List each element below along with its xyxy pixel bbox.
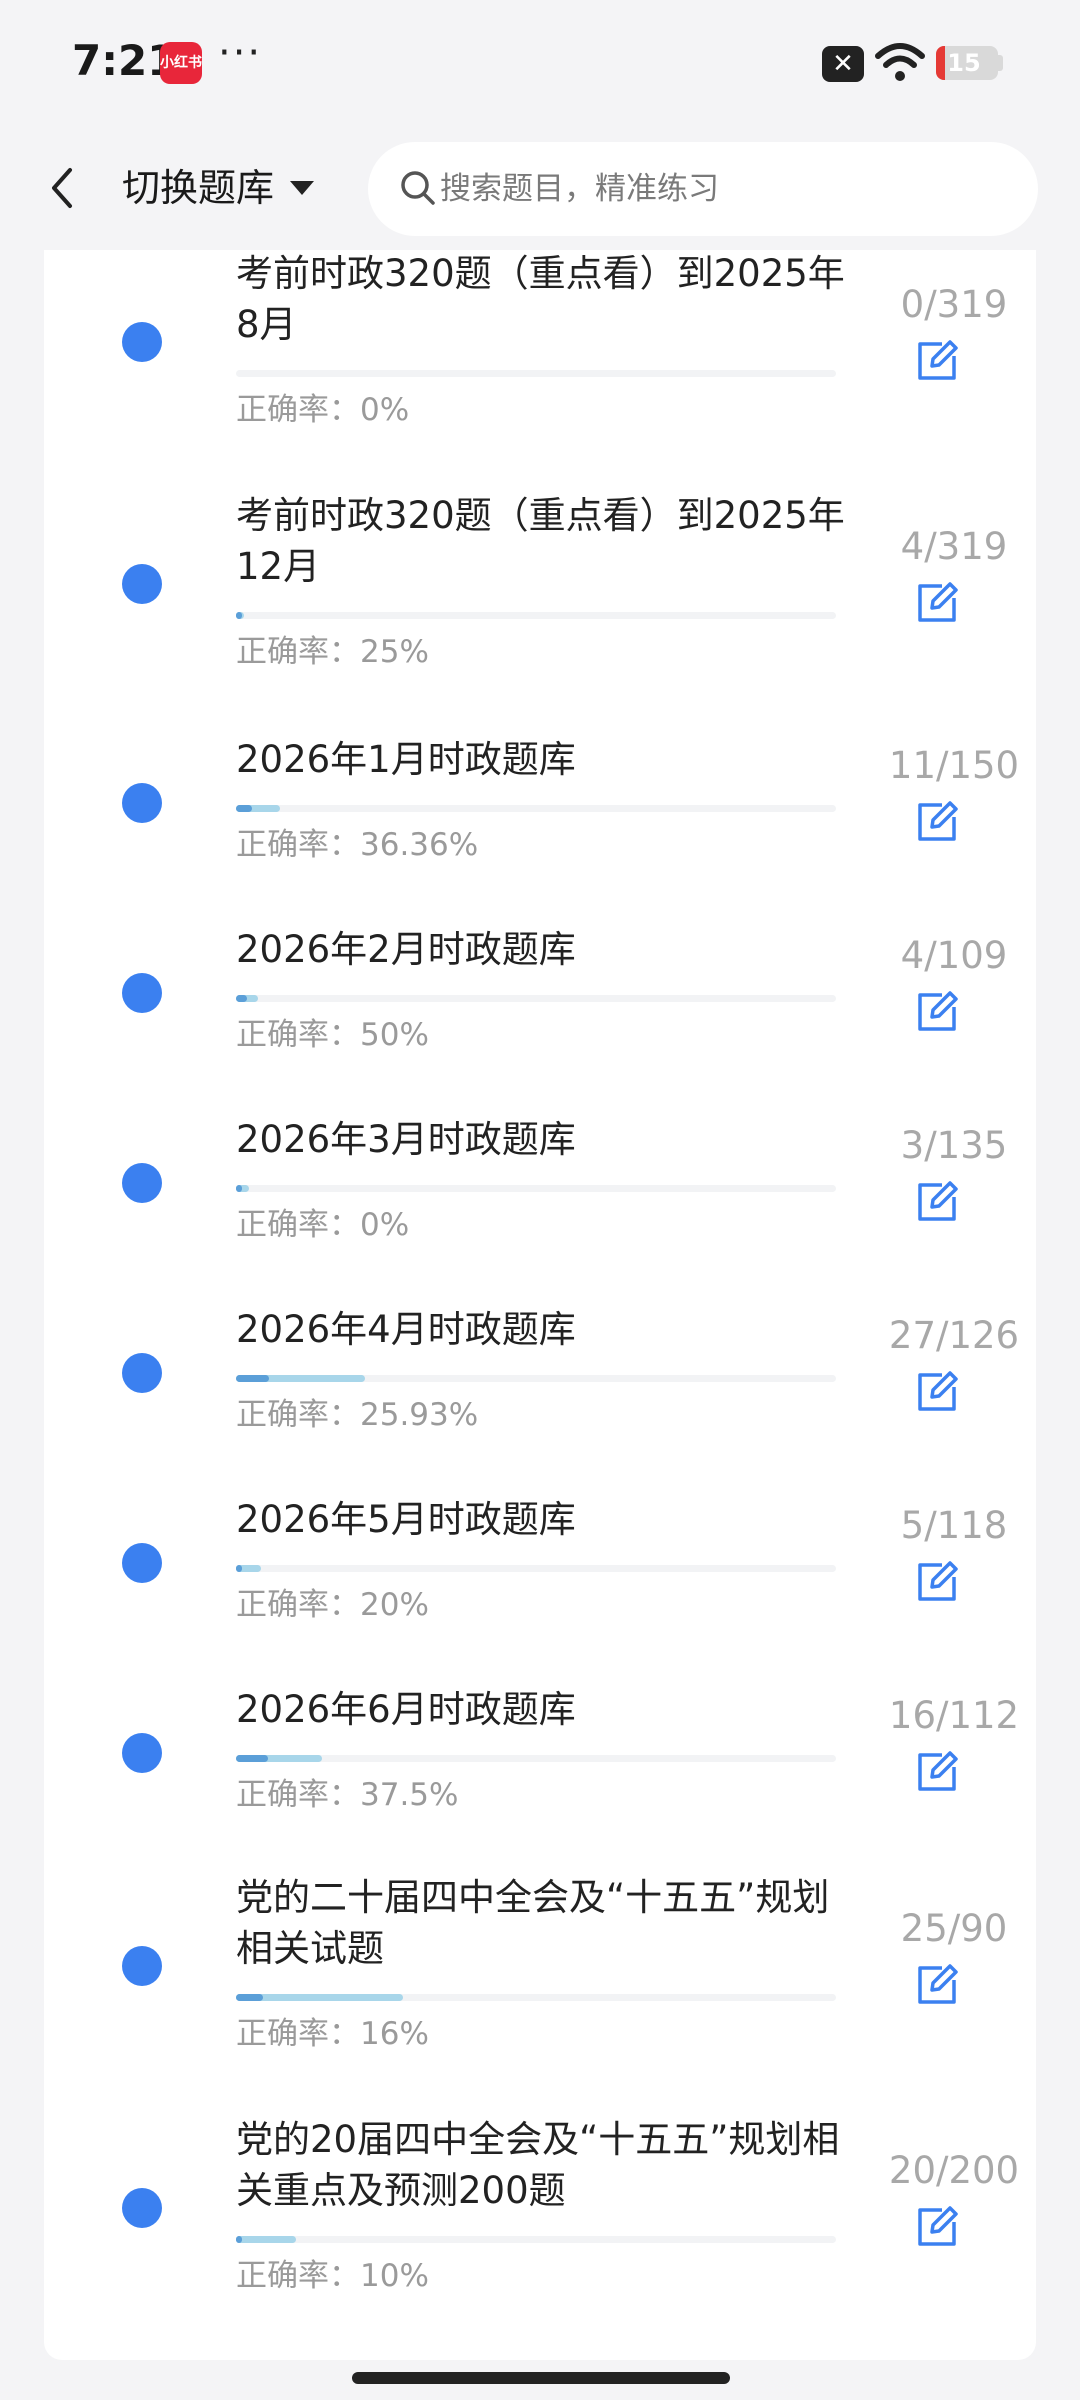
bank-accuracy: 正确率：20% [236,1587,429,1623]
bank-row[interactable]: 党的二十届四中全会及“十五五”规划相关试题 正确率：16% 25/90 [44,1854,1036,2058]
bank-progress-count: 20/200 [888,2149,1020,2192]
bank-accuracy: 正确率：50% [236,1017,429,1053]
bank-progress-count: 3/135 [900,1123,1008,1167]
edit-practice-icon[interactable] [912,1367,962,1417]
edit-practice-icon[interactable] [912,578,962,628]
back-arrow-icon[interactable] [42,158,82,218]
bank-progress-correct [236,612,242,619]
edit-practice-icon[interactable] [912,797,962,847]
bank-progress-count: 16/112 [888,1693,1020,1737]
more-notifications-icon: ··· [218,30,263,76]
bank-row[interactable]: 2026年1月时政题库 正确率：36.36% 11/150 [44,716,1036,869]
bank-title[interactable]: 党的二十届四中全会及“十五五”规划相关试题 [236,1872,856,1974]
bank-accuracy: 正确率：36.36% [236,827,479,863]
bank-status-dot [122,972,162,1013]
bank-accuracy: 正确率：25% [236,634,429,670]
bank-accuracy: 正确率：16% [236,2016,429,2052]
edit-practice-icon[interactable] [912,1177,962,1227]
bank-status-dot [122,322,162,362]
bank-progress-bar [236,995,836,1002]
bank-accuracy: 正确率：0% [236,392,410,428]
bank-status-dot [122,782,162,823]
edit-practice-icon[interactable] [912,2202,962,2252]
bank-progress-correct [236,1755,269,1762]
status-bar: 7:21 小红书 ··· ✕ 15 [0,0,1080,128]
question-bank-list: 考前时政320题（重点看）到2025年8月 正确率：0% 0/319 考前时政3… [44,250,1036,2360]
bank-progress-count: 4/319 [900,525,1008,568]
battery-percent: 15 [947,49,981,77]
battery-tip [998,55,1003,71]
bank-accuracy: 正确率：10% [236,2258,429,2294]
bank-title[interactable]: 2026年6月时政题库 [236,1684,856,1735]
bank-title[interactable]: 2026年2月时政题库 [236,924,856,975]
edit-practice-icon[interactable] [912,1960,962,2010]
bank-row[interactable]: 2026年5月时政题库 正确率：20% 5/118 [44,1476,1036,1629]
bank-progress-count: 27/126 [888,1313,1020,1357]
battery-icon: 15 [936,46,998,80]
bank-status-dot [122,1732,162,1773]
bank-row[interactable]: 2026年6月时政题库 正确率：37.5% 16/112 [44,1666,1036,1819]
bank-status-dot [122,2188,162,2228]
bank-progress-attempted [236,2236,296,2243]
home-indicator[interactable] [352,2372,730,2384]
bank-title[interactable]: 考前时政320题（重点看）到2025年12月 [236,490,856,592]
bank-progress-bar [236,1375,836,1382]
edit-practice-icon[interactable] [912,1747,962,1797]
bank-title[interactable]: 党的20届四中全会及“十五五”规划相关重点及预测200题 [236,2114,856,2216]
bank-accuracy: 正确率：37.5% [236,1777,459,1813]
edit-practice-icon[interactable] [912,336,962,386]
bank-progress-correct [236,1565,242,1572]
bank-row[interactable]: 考前时政320题（重点看）到2025年8月 正确率：0% 0/319 [44,230,1036,434]
bank-progress-correct [236,995,247,1002]
bank-progress-count: 0/319 [900,283,1008,326]
bank-status-dot [122,1542,162,1583]
bank-row[interactable]: 2026年2月时政题库 正确率：50% 4/109 [44,906,1036,1059]
bank-title[interactable]: 2026年1月时政题库 [236,734,856,785]
search-icon [401,171,435,205]
bank-title[interactable]: 2026年5月时政题库 [236,1494,856,1545]
bank-progress-count: 4/109 [900,933,1008,977]
bank-title[interactable]: 2026年4月时政题库 [236,1304,856,1355]
bank-status-dot [122,1352,162,1393]
bank-progress-bar [236,1565,836,1572]
switch-bank-button[interactable]: 切换题库 [122,156,274,220]
edit-practice-icon[interactable] [912,1557,962,1607]
bank-progress-bar [236,2236,836,2243]
bank-status-dot [122,1946,162,1986]
bank-progress-bar [236,612,836,619]
bank-progress-bar [236,370,836,377]
bank-row[interactable]: 考前时政320题（重点看）到2025年12月 正确率：25% 4/319 [44,472,1036,676]
search-input[interactable]: 搜索题目，精准练习 [368,142,1038,236]
bank-title[interactable]: 考前时政320题（重点看）到2025年8月 [236,248,856,350]
bank-progress-correct [236,805,252,812]
wifi-icon [875,43,925,81]
bank-progress-bar [236,1755,836,1762]
bank-progress-count: 25/90 [900,1907,1008,1950]
bank-progress-bar [236,1994,836,2001]
bank-row[interactable]: 2026年3月时政题库 正确率：0% 3/135 [44,1096,1036,1249]
bank-progress-correct [236,2236,242,2243]
bank-status-dot [122,564,162,604]
bank-progress-correct [236,1375,270,1382]
bank-accuracy: 正确率：0% [236,1207,410,1243]
bank-row[interactable]: 党的20届四中全会及“十五五”规划相关重点及预测200题 正确率：10% 20/… [44,2096,1036,2300]
bank-progress-count: 5/118 [900,1503,1008,1547]
bank-progress-bar [236,1185,836,1192]
caret-down-icon[interactable] [288,178,316,198]
search-placeholder: 搜索题目，精准练习 [440,171,719,207]
close-badge-icon: ✕ [822,46,864,82]
edit-practice-icon[interactable] [912,987,962,1037]
app-notification-icon: 小红书 [160,42,202,84]
bank-row[interactable]: 2026年4月时政题库 正确率：25.93% 27/126 [44,1286,1036,1439]
bank-progress-count: 11/150 [888,743,1020,787]
bank-progress-bar [236,805,836,812]
bank-progress-correct [236,1185,242,1192]
bank-accuracy: 正确率：25.93% [236,1397,479,1433]
bank-status-dot [122,1162,162,1203]
bank-title[interactable]: 2026年3月时政题库 [236,1114,856,1165]
bank-progress-correct [236,1994,263,2001]
